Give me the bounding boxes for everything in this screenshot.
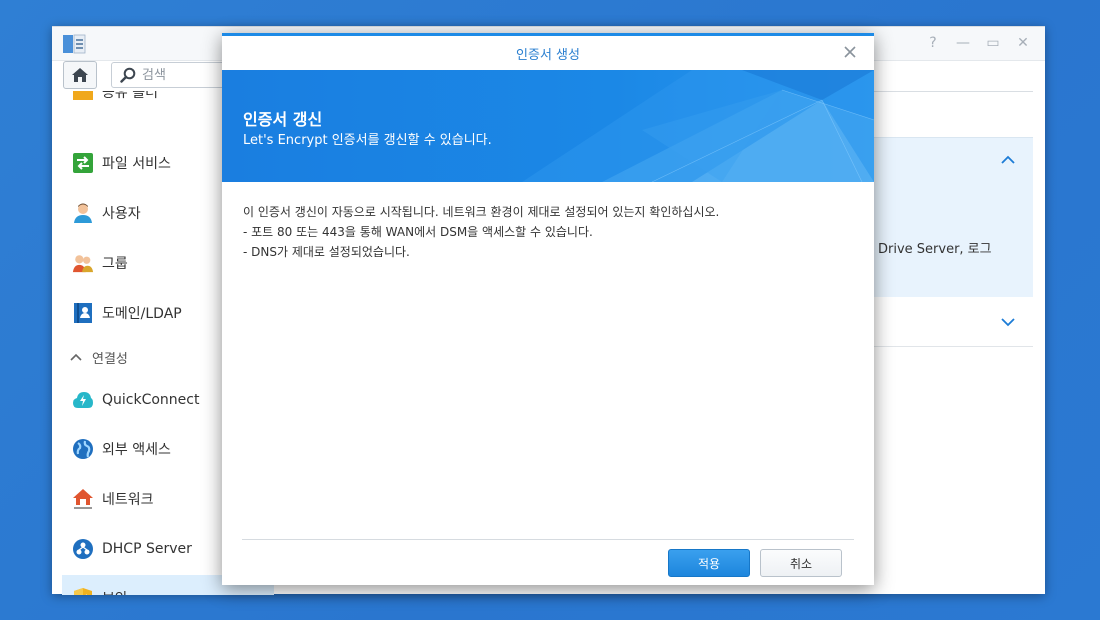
domain-ldap-icon [72, 302, 94, 324]
section-header-connectivity[interactable]: 연결성 [70, 347, 128, 367]
group-icon [72, 252, 94, 274]
chevron-up-icon [70, 353, 82, 361]
search-icon [120, 67, 136, 83]
dhcp-server-icon [72, 538, 94, 560]
dialog-title: 인증서 생성 [516, 47, 580, 63]
security-shield-icon [72, 587, 94, 595]
sidebar-item-label: 네트워크 [102, 492, 154, 508]
dialog-banner: 인증서 갱신 Let's Encrypt 인증서를 갱신할 수 있습니다. [222, 70, 874, 182]
home-icon [72, 68, 88, 82]
maximize-icon[interactable]: ▭ [985, 35, 1001, 51]
home-button[interactable] [63, 61, 97, 89]
body-line: 이 인증서 갱신이 자동으로 시작됩니다. 네트워크 환경이 제대로 설정되어 … [243, 205, 720, 219]
help-icon[interactable]: ? [925, 35, 941, 51]
close-window-icon[interactable]: ✕ [1015, 35, 1031, 51]
external-access-icon [72, 438, 94, 460]
network-icon [72, 488, 94, 510]
sidebar-item-label: 파일 서비스 [102, 156, 171, 172]
dialog-body: 이 인증서 갱신이 자동으로 시작됩니다. 네트워크 환경이 제대로 설정되어 … [222, 182, 874, 262]
section-description-peek: Drive Server, 로그 [878, 242, 992, 257]
chevron-up-icon[interactable] [1001, 152, 1015, 168]
control-panel-app-icon [63, 34, 86, 54]
banner-title: 인증서 갱신 [243, 110, 323, 129]
sidebar-item-label: 그룹 [102, 256, 128, 272]
sidebar-item-label: 사용자 [102, 206, 141, 222]
chevron-down-icon[interactable] [1001, 315, 1015, 331]
footer-divider [242, 539, 854, 540]
user-icon [72, 202, 94, 224]
sidebar-item-label: 보안 [102, 588, 128, 595]
minimize-icon[interactable]: — [955, 35, 971, 51]
apply-button[interactable]: 적용 [668, 549, 750, 577]
dialog-titlebar: 인증서 생성 [222, 36, 874, 70]
body-line: - DNS가 제대로 설정되었습니다. [243, 245, 410, 259]
cancel-button[interactable]: 취소 [760, 549, 842, 577]
sidebar-item-label: QuickConnect [102, 392, 200, 408]
file-services-icon [72, 152, 94, 174]
body-line: - 포트 80 또는 443을 통해 WAN에서 DSM을 액세스할 수 있습니… [243, 225, 593, 239]
quickconnect-icon [72, 389, 94, 411]
sidebar-item-label: DHCP Server [102, 541, 192, 557]
sidebar-item-label: 공유 폴더 [102, 91, 158, 101]
sidebar-item-label: 도메인/LDAP [102, 306, 182, 322]
banner-subtitle: Let's Encrypt 인증서를 갱신할 수 있습니다. [243, 133, 492, 148]
close-icon[interactable] [842, 44, 858, 60]
sidebar-item-label: 외부 액세스 [102, 442, 171, 458]
shared-folder-icon [72, 91, 94, 103]
search-box[interactable] [111, 62, 226, 88]
search-input[interactable] [142, 67, 222, 83]
section-label: 연결성 [92, 351, 128, 367]
create-certificate-dialog: 인증서 생성 인증서 갱신 Let's Encrypt 인증서를 갱신할 수 있… [222, 33, 874, 585]
